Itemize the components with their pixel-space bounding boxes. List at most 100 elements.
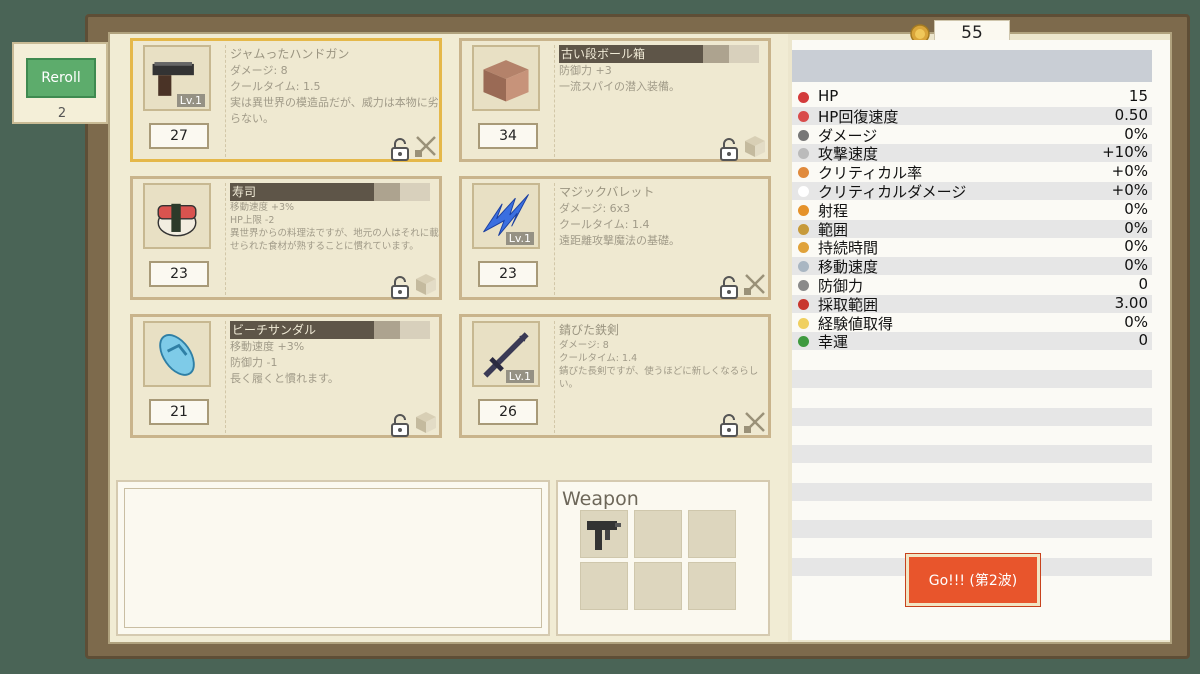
reroll-panel: Reroll 2 — [12, 42, 108, 124]
stat-value: 0% — [1124, 218, 1148, 237]
shop-card[interactable]: Lv.1 26 錆びた鉄剣ダメージ: 8 クールタイム: 1.4 錆びた長剣ですが、… — [459, 314, 771, 438]
stat-value: +0% — [1111, 181, 1148, 199]
item-detail-panel — [116, 480, 550, 636]
item-description: ダメージ: 6x3 クールタイム: 1.4 遠距離攻撃魔法の基礎。 — [559, 202, 680, 247]
item-level: Lv.1 — [176, 94, 205, 107]
item-price[interactable]: 23 — [478, 261, 538, 287]
item-description: 移動速度 +3% HP上限 -2 異世界からの料理法ですが、地元の人はそれに載せ… — [230, 202, 439, 252]
stat-row: 持続時間 0% — [792, 237, 1152, 257]
stat-row: ダメージ 0% — [792, 125, 1152, 145]
weapon-slot[interactable] — [634, 562, 682, 610]
stat-value: 0% — [1124, 237, 1148, 256]
wing-icon — [798, 261, 809, 273]
weapon-panel: Weapon — [556, 480, 770, 636]
crit-icon — [798, 167, 809, 179]
stat-row: HP 15 — [792, 87, 1152, 106]
stat-value: 0% — [1124, 312, 1148, 331]
weapon-slot[interactable] — [688, 562, 736, 610]
lock-icon[interactable] — [718, 275, 740, 299]
stat-value: 15 — [1128, 87, 1148, 105]
lock-icon[interactable] — [389, 137, 411, 161]
stat-row: 防御力 0 — [792, 275, 1152, 295]
clock-icon — [798, 242, 809, 254]
beach-sandal-icon — [159, 334, 195, 376]
stat-row: クリティカル率 +0% — [792, 162, 1152, 182]
stat-value: +0% — [1111, 162, 1148, 181]
item-type-icon — [416, 274, 436, 295]
stats-header — [792, 50, 1152, 82]
item-price[interactable]: 27 — [149, 123, 209, 149]
stat-value: 3.00 — [1114, 293, 1148, 312]
go-button[interactable]: Go!!! (第2波) — [905, 553, 1041, 607]
item-icon-box: Lv.1 — [472, 321, 540, 387]
weapon-type-icon — [744, 274, 765, 295]
hourglass-icon — [798, 148, 809, 160]
item-name: ビーチサンダル — [230, 321, 430, 339]
stat-value: 0% — [1124, 199, 1148, 218]
weapon-type-icon — [744, 412, 765, 433]
magnet-icon — [798, 298, 809, 310]
item-price[interactable]: 23 — [149, 261, 209, 287]
shop-card[interactable]: 21 ビーチサンダル 移動速度 +3% 防御力 -1 長く履くと慣れます。 — [130, 314, 442, 438]
item-description: ダメージ: 8 クールタイム: 1.4 錆びた長剣ですが、使うほどに新しくなるら… — [559, 340, 759, 390]
sword-icon — [798, 129, 809, 141]
blank-icon — [798, 186, 809, 197]
range-icon — [798, 204, 809, 216]
item-name: マジックバレット — [559, 185, 655, 199]
weapon-slot[interactable] — [580, 510, 628, 558]
item-name: 錆びた鉄剣 — [559, 323, 620, 337]
stat-row: HP回復速度 0.50 — [792, 105, 1152, 126]
clover-icon — [798, 336, 809, 348]
cardboard-box-icon — [483, 60, 529, 102]
item-type-icon — [416, 412, 436, 433]
shop-card[interactable]: Lv.1 23 マジックバレットダメージ: 6x3 クールタイム: 1.4 遠距離攻… — [459, 176, 771, 300]
regen-icon — [798, 110, 809, 122]
item-icon-box — [143, 321, 211, 387]
lock-icon[interactable] — [389, 413, 411, 437]
item-icon-box: Lv.1 — [143, 45, 211, 111]
stat-row-empty — [792, 520, 1152, 539]
stat-row: 移動速度 0% — [792, 256, 1152, 276]
lock-icon[interactable] — [718, 137, 740, 161]
shield-icon — [798, 280, 809, 291]
item-description: ダメージ: 8 クールタイム: 1.5 実は異世界の模造品だが、威力は本物に劣ら… — [230, 64, 439, 125]
item-price[interactable]: 21 — [149, 399, 209, 425]
weapon-slot[interactable] — [580, 562, 628, 610]
lock-icon[interactable] — [718, 413, 740, 437]
reroll-count: 2 — [57, 106, 67, 121]
item-type-icon — [745, 136, 765, 157]
stat-label: 幸運 — [818, 333, 849, 352]
shop-card[interactable]: 34 古い段ボール箱 防御力 +3 一流スパイの潜入装備。 — [459, 38, 771, 162]
item-level: Lv.1 — [505, 232, 534, 245]
item-price[interactable]: 34 — [478, 123, 538, 149]
reroll-button[interactable]: Reroll — [26, 58, 96, 98]
lock-icon[interactable] — [389, 275, 411, 299]
sushi-icon — [157, 203, 197, 237]
item-name: ジャムったハンドガン — [230, 47, 350, 61]
shop-card[interactable]: Lv.1 27 ジャムったハンドガンダメージ: 8 クールタイム: 1.5 実は異世… — [130, 38, 442, 162]
stat-value: 0 — [1138, 275, 1148, 293]
bulb-icon — [798, 317, 809, 329]
item-price[interactable]: 26 — [478, 399, 538, 425]
weapon-slot[interactable] — [634, 510, 682, 558]
item-description: 防御力 +3 一流スパイの潜入装備。 — [559, 64, 680, 93]
item-name: 古い段ボール箱 — [559, 45, 759, 63]
item-icon-box — [143, 183, 211, 249]
item-description: 移動速度 +3% 防御力 -1 長く履くと慣れます。 — [230, 340, 339, 385]
weapon-slot[interactable] — [688, 510, 736, 558]
item-icon-box — [472, 45, 540, 111]
stat-row-empty — [792, 445, 1152, 464]
stat-row: 経験値取得 0% — [792, 312, 1152, 333]
stat-value: 0.50 — [1114, 105, 1148, 124]
area-icon — [798, 223, 809, 235]
stat-row-empty — [792, 407, 1152, 426]
stat-row: 採取範囲 3.00 — [792, 293, 1152, 314]
stat-row: クリティカルダメージ +0% — [792, 181, 1152, 201]
stats-panel: HP 15 HP回復速度 0.50 ダメージ 0% 攻撃速度 +10% クリティカル率 +0% クリ… — [792, 40, 1170, 640]
smg-icon — [587, 521, 621, 550]
stat-row: 攻撃速度 +10% — [792, 143, 1152, 163]
item-name: 寿司 — [230, 183, 430, 201]
shop-card[interactable]: 23 寿司 移動速度 +3% HP上限 -2 異世界からの料理法ですが、地元の人はそ… — [130, 176, 442, 300]
stat-row: 幸運 0 — [792, 331, 1152, 352]
stat-value: +10% — [1102, 143, 1148, 162]
